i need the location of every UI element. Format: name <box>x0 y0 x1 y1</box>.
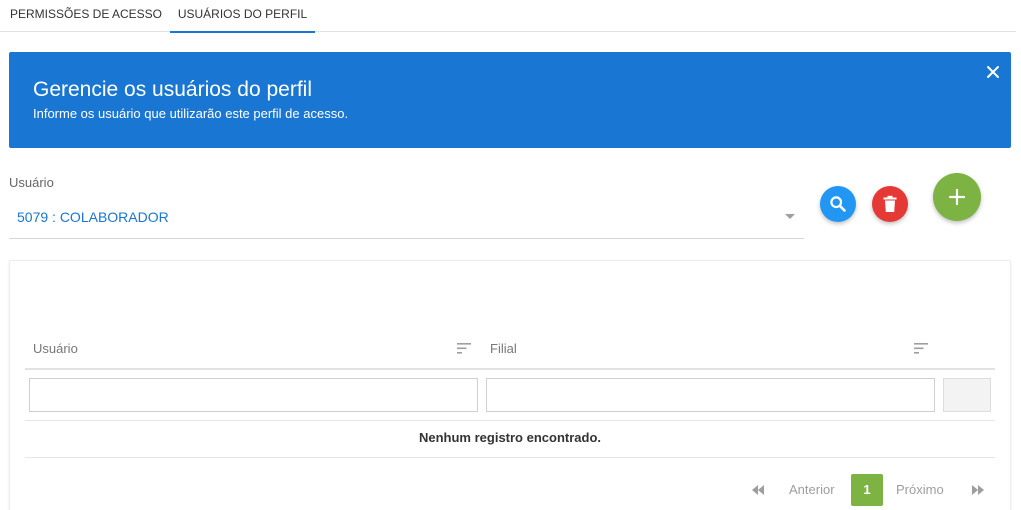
table-divider <box>25 457 995 458</box>
trash-icon <box>883 195 897 212</box>
plus-icon <box>948 188 966 206</box>
banner-subtitle: Informe os usuário que utilizarão este p… <box>33 106 349 121</box>
tab-usuarios-do-perfil[interactable]: USUÁRIOS DO PERFIL <box>170 0 315 33</box>
first-page-icon[interactable] <box>751 484 765 496</box>
sort-icon[interactable] <box>457 343 471 354</box>
table-header-divider <box>25 368 995 370</box>
user-select[interactable]: 5079 : COLABORADOR <box>9 200 804 239</box>
tab-bar: PERMISSÕES DE ACESSO USUÁRIOS DO PERFIL <box>0 0 1016 33</box>
previous-page-button[interactable]: Anterior <box>789 474 835 506</box>
filial-filter-input[interactable] <box>486 378 935 412</box>
column-header-filial[interactable]: Filial <box>490 341 517 356</box>
chevron-down-icon <box>785 214 795 219</box>
usuario-filter-input[interactable] <box>29 378 478 412</box>
empty-message: Nenhum registro encontrado. <box>418 430 602 445</box>
user-select-value: 5079 : COLABORADOR <box>17 209 169 225</box>
tab-permissoes-de-acesso[interactable]: PERMISSÕES DE ACESSO <box>5 0 167 32</box>
add-user-button[interactable] <box>933 173 981 221</box>
info-banner: Gerencie os usuários do perfil Informe o… <box>9 52 1011 148</box>
close-icon[interactable] <box>985 64 1001 80</box>
page-number-button[interactable]: 1 <box>851 474 883 506</box>
column-header-usuario[interactable]: Usuário <box>33 341 78 356</box>
sort-icon[interactable] <box>914 343 928 354</box>
banner-title: Gerencie os usuários do perfil <box>33 78 312 101</box>
filter-action-button[interactable] <box>943 378 991 412</box>
user-field-label: Usuário <box>9 175 54 190</box>
next-page-button[interactable]: Próximo <box>896 474 944 506</box>
delete-button[interactable] <box>872 186 908 222</box>
search-icon <box>830 196 846 212</box>
search-button[interactable] <box>820 186 856 222</box>
last-page-icon[interactable] <box>971 484 985 496</box>
table-divider <box>25 420 995 421</box>
